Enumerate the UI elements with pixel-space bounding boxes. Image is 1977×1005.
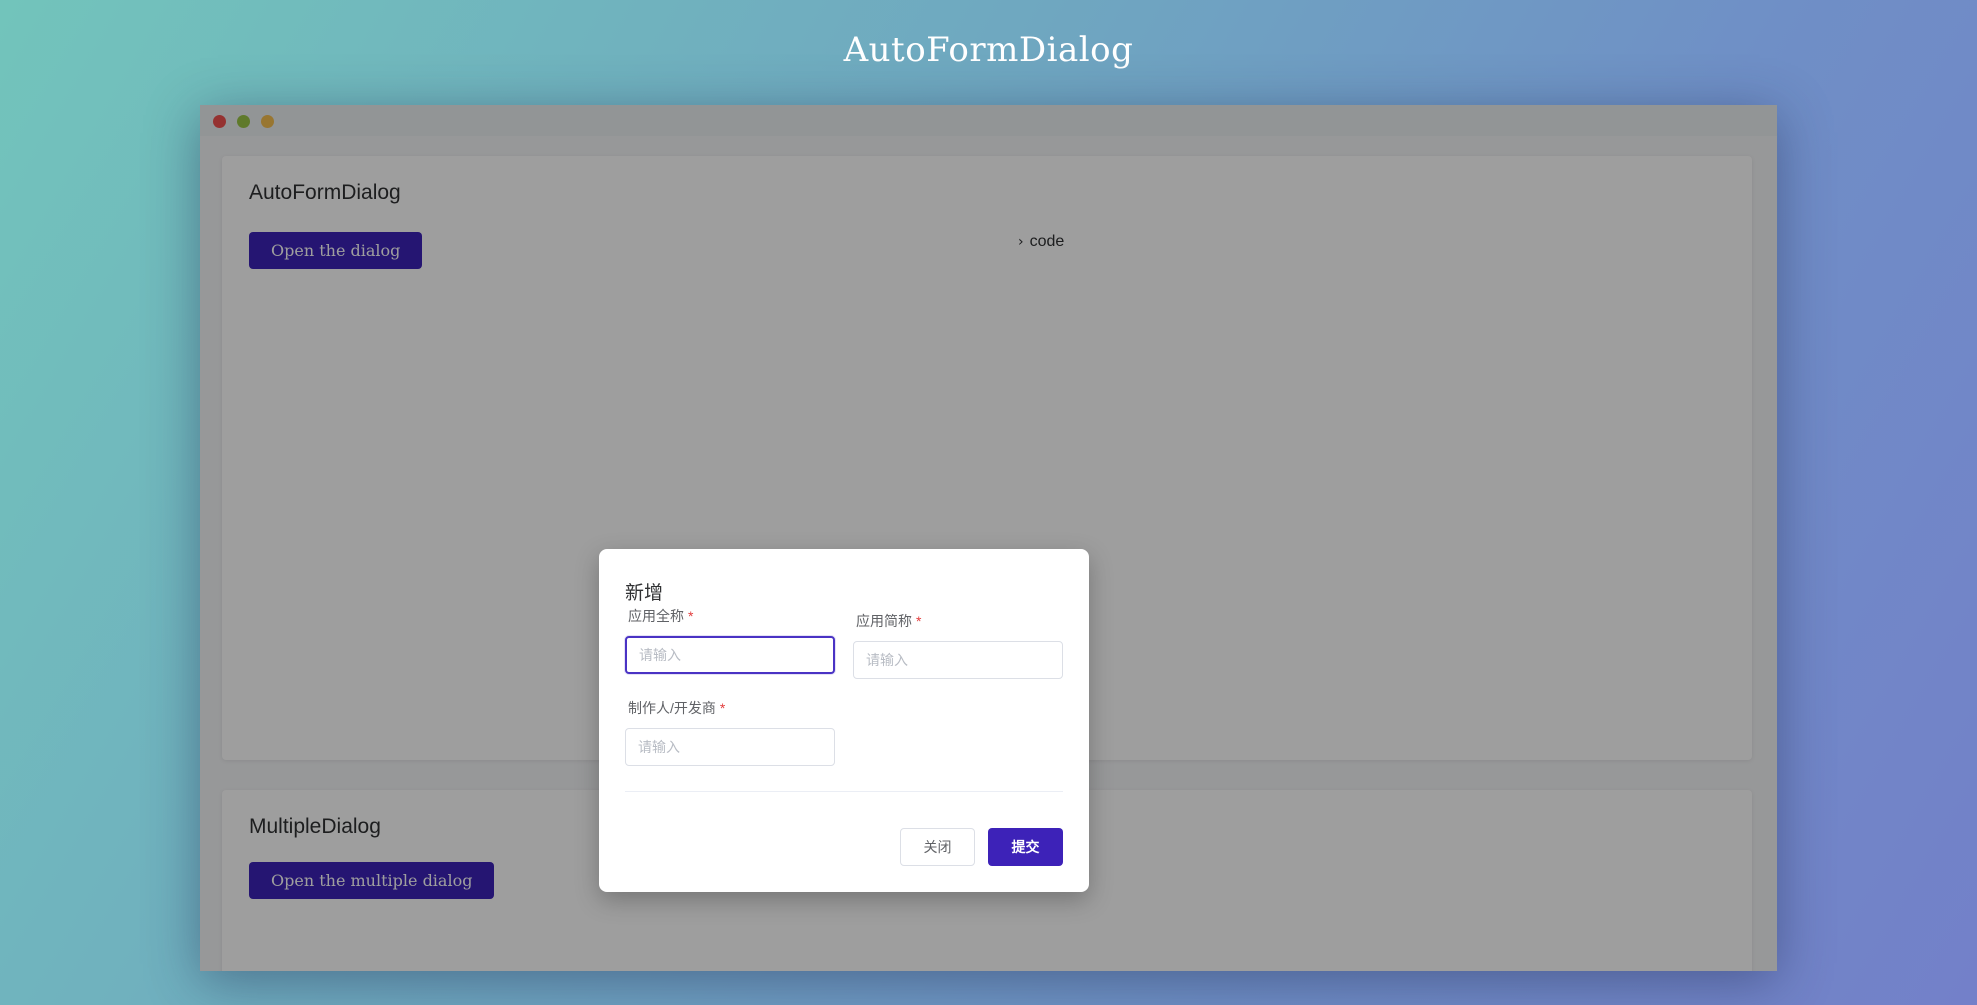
app-short-name-input[interactable]	[853, 641, 1063, 679]
required-mark: *	[916, 613, 922, 629]
field-label: 应用全称 *	[625, 606, 835, 626]
field-label-text: 应用简称	[856, 613, 912, 629]
app-full-name-input[interactable]	[625, 636, 835, 674]
form-item-developer: 制作人/开发商 *	[625, 698, 835, 766]
field-label-text: 制作人/开发商	[628, 700, 716, 716]
dialog-divider	[625, 791, 1063, 792]
form-item-app-short-name: 应用简称 *	[853, 611, 1063, 679]
close-button[interactable]: 关闭	[900, 828, 975, 866]
field-label: 制作人/开发商 *	[625, 698, 835, 718]
required-mark: *	[688, 608, 694, 624]
developer-input[interactable]	[625, 728, 835, 766]
add-dialog: 新增 应用全称* 应用简称* 制作人/开发商* 关闭 提交	[599, 549, 1089, 892]
page-title: AutoFormDialog	[843, 30, 1134, 70]
dialog-title: 新增	[625, 583, 664, 604]
field-label: 应用简称 *	[853, 611, 1063, 631]
required-mark: *	[719, 700, 726, 716]
submit-button[interactable]: 提交	[988, 828, 1063, 866]
field-label-text: 应用全称	[628, 608, 684, 624]
form-item-app-full-name: 应用全称 *	[625, 606, 835, 674]
